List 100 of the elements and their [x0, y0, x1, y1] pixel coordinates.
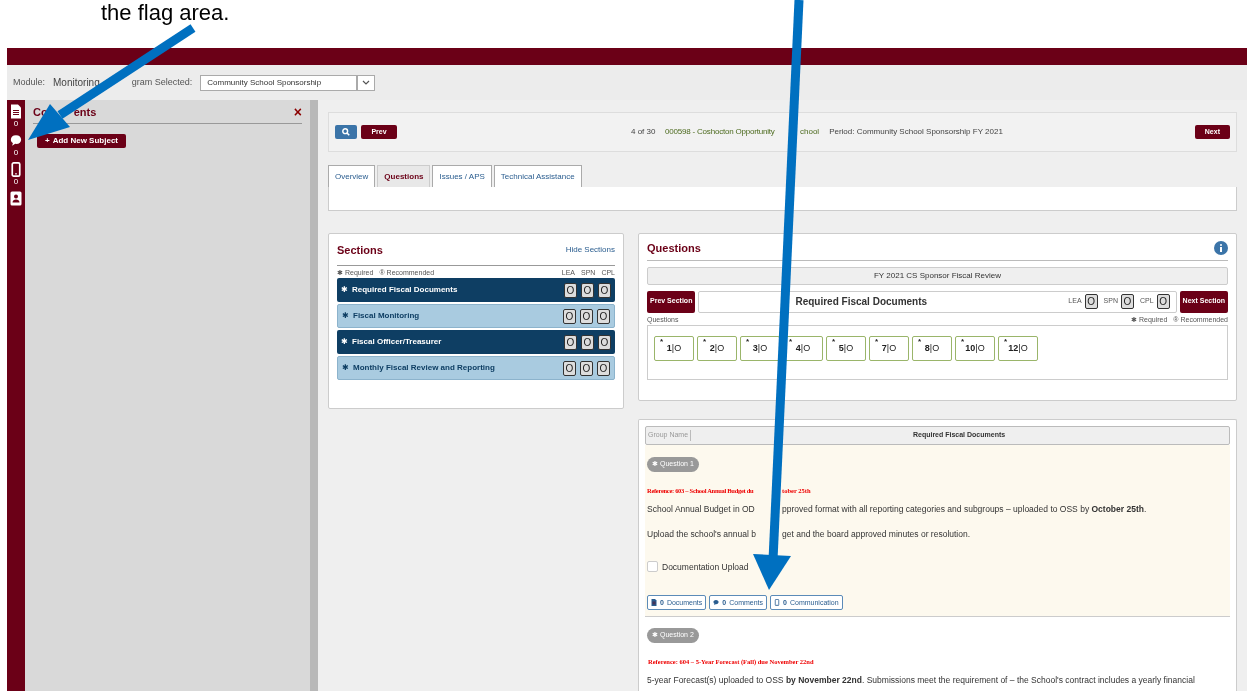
question-text: pproved format with all reporting categories and subgroups – uploaded to OSS by October 25th.: [782, 503, 1147, 516]
document-icon: [651, 599, 657, 607]
tile-status: O: [846, 341, 854, 355]
tile-separator: |: [671, 341, 675, 355]
status-indicator: O: [1120, 294, 1134, 309]
question-tile[interactable]: * 5|O: [826, 336, 866, 361]
school-name: 000598 - Coshocton Opportunity: [665, 126, 776, 138]
panel-title: ents: [73, 105, 98, 120]
required-mark: *: [918, 338, 922, 346]
rail-count: 0: [13, 148, 19, 158]
required-mark: *: [961, 338, 965, 346]
tile-status: O: [1020, 341, 1028, 355]
annotation-caption: the flag area.: [101, 0, 230, 26]
tile-status: O: [932, 341, 940, 355]
record-position: 4 of 30: [631, 126, 657, 138]
required-mark: *: [875, 338, 879, 346]
question-tile[interactable]: * 7|O: [869, 336, 909, 361]
tile-number: 12: [1008, 341, 1019, 355]
status-indicator: O: [1084, 294, 1098, 309]
tab[interactable]: Technical Assistance: [493, 165, 582, 187]
status-indicator: O: [1156, 294, 1170, 309]
tile-number: 10: [965, 341, 976, 355]
section-item[interactable]: ✱ Required Fiscal Documents O O O: [337, 278, 615, 302]
chevron-down-icon: [362, 79, 371, 86]
status-indicator: O: [580, 360, 593, 376]
tile-separator: |: [975, 341, 978, 355]
school-name: chool: [800, 126, 820, 138]
tab[interactable]: Questions: [377, 165, 431, 187]
section-item[interactable]: ✱ Fiscal Monitoring O O O: [337, 304, 615, 328]
dropdown-button[interactable]: [357, 74, 376, 91]
section-label: Fiscal Officer/Treasurer: [352, 336, 443, 348]
search-button[interactable]: [335, 125, 357, 139]
tile-separator: |: [843, 341, 847, 355]
section-item[interactable]: ✱ Fiscal Officer/Treasurer O O O: [337, 330, 615, 354]
section-label: Required Fiscal Documents: [352, 284, 459, 296]
module-name: Monitoring: [53, 76, 100, 90]
tile-number: 7: [881, 341, 887, 355]
rail-count: 0: [13, 119, 19, 129]
status-indicator: O: [581, 282, 594, 298]
section-item[interactable]: ✱ Monthly Fiscal Review and Reporting O O O: [337, 356, 615, 380]
section-label: Fiscal Monitoring: [353, 310, 421, 322]
tile-separator: |: [1018, 341, 1021, 355]
required-mark: *: [703, 338, 707, 346]
tab[interactable]: Overview: [328, 165, 376, 187]
program-select[interactable]: Community School Sponsorship: [200, 74, 358, 91]
question-tile[interactable]: * 10|O: [955, 336, 995, 361]
module-label: Module:: [13, 75, 46, 89]
tile-separator: |: [714, 341, 718, 355]
status-indicator: O: [597, 360, 610, 376]
status-indicator: O: [563, 360, 576, 376]
rail-count: 0: [13, 177, 19, 187]
tile-status: O: [760, 341, 768, 355]
required-symbol: ✱: [342, 310, 349, 322]
tile-separator: |: [757, 341, 761, 355]
tile-number: 8: [924, 341, 930, 355]
required-mark: *: [660, 338, 664, 346]
contact-card-icon: [10, 191, 22, 206]
search-icon: [342, 128, 350, 136]
required-symbol: ✱: [342, 362, 349, 374]
tile-separator: |: [929, 341, 933, 355]
tile-status: O: [889, 341, 897, 355]
phone-icon: [10, 162, 22, 177]
question-tile[interactable]: * 2|O: [697, 336, 737, 361]
section-title: Sections: [337, 243, 383, 258]
required-symbol: ✱: [341, 336, 348, 348]
question-text: get and the board approved minutes or resolution.: [782, 527, 971, 541]
status-indicator: O: [597, 308, 610, 324]
tile-status: O: [674, 341, 682, 355]
question-tile[interactable]: * 3|O: [740, 336, 780, 361]
tile-number: 5: [838, 341, 844, 355]
status-indicator: O: [598, 282, 611, 298]
required-mark: *: [1004, 338, 1008, 346]
question-text: School Annual Budget in OD: [647, 503, 756, 516]
status-indicator: O: [564, 334, 577, 350]
checkbox[interactable]: [647, 561, 658, 573]
question-tile[interactable]: * 12|O: [998, 336, 1038, 361]
tile-separator: |: [800, 341, 804, 355]
status-indicator: O: [580, 308, 593, 324]
section-label: Monthly Fiscal Review and Reporting: [353, 362, 496, 374]
required-mark: *: [832, 338, 836, 346]
question-tile[interactable]: * 8|O: [912, 336, 952, 361]
add-subject-button[interactable]: + Add New Subject: [37, 133, 126, 148]
checkbox-label: Documentation Upload: [662, 560, 749, 574]
info-icon[interactable]: [1214, 241, 1228, 256]
phone-icon: [774, 599, 781, 607]
speech-bubble-icon: [713, 599, 720, 607]
tile-status: O: [803, 341, 811, 355]
speech-bubble-icon: [10, 133, 22, 148]
status-indicator: O: [563, 308, 576, 324]
tile-number: 3: [752, 341, 758, 355]
hide-sections-link[interactable]: Hide Sections: [565, 244, 615, 257]
required-symbol: ✱: [341, 284, 348, 296]
required-mark: *: [746, 338, 750, 346]
close-button[interactable]: ×: [293, 105, 302, 120]
program-label: gram Selected:: [131, 75, 193, 89]
period-label: Period: Community School Sponsorship FY 2021: [829, 126, 1004, 138]
tab[interactable]: Issues / APS: [432, 165, 492, 187]
question-tile[interactable]: * 1|O: [654, 336, 694, 361]
tile-status: O: [977, 341, 985, 355]
tile-number: 4: [795, 341, 801, 355]
